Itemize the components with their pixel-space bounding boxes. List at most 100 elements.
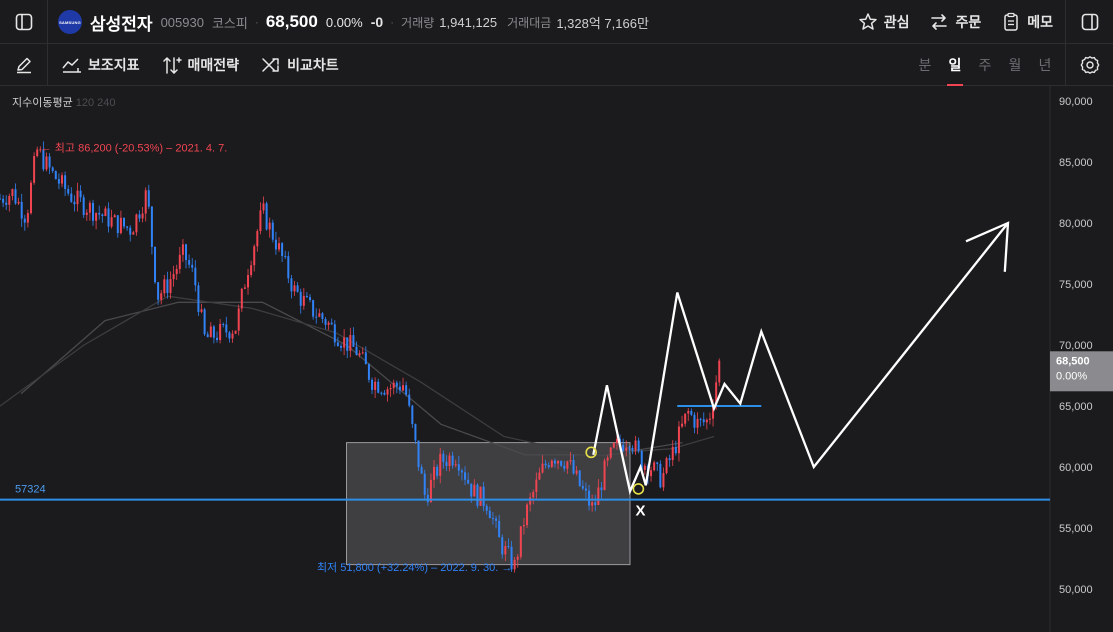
candle bbox=[129, 227, 132, 235]
candle bbox=[650, 470, 653, 477]
tab-week[interactable]: 주 bbox=[977, 44, 993, 86]
candle bbox=[529, 497, 532, 505]
candle bbox=[253, 246, 256, 266]
candle bbox=[17, 201, 20, 204]
candle bbox=[169, 279, 172, 294]
candle bbox=[628, 447, 631, 449]
candle bbox=[110, 217, 113, 227]
candle bbox=[219, 323, 222, 341]
stock-name[interactable]: 삼성전자 bbox=[90, 10, 153, 35]
candle bbox=[519, 526, 522, 557]
memo-button[interactable]: 메모 bbox=[1001, 12, 1053, 32]
candle bbox=[653, 462, 656, 471]
candle bbox=[526, 504, 529, 526]
candle bbox=[336, 342, 339, 346]
amount-value: 1,328억 7,166만 bbox=[556, 15, 649, 31]
candle bbox=[693, 414, 696, 428]
candle bbox=[172, 274, 175, 280]
indicator-button[interactable]: 보조지표 bbox=[62, 55, 140, 75]
candle bbox=[61, 175, 64, 184]
candle bbox=[637, 440, 640, 451]
strategy-button[interactable]: 매매전략 bbox=[162, 55, 240, 75]
candle bbox=[374, 381, 377, 390]
price-chart[interactable]: 90,000 85,000 80,000 75,000 70,000 65,000 60,0… bbox=[0, 86, 1113, 632]
change-value: -0 bbox=[370, 14, 384, 30]
candle bbox=[532, 492, 535, 498]
candle bbox=[265, 203, 268, 230]
candle bbox=[665, 458, 668, 473]
strategy-label: 매매전략 bbox=[187, 57, 240, 73]
candle bbox=[247, 275, 250, 288]
candle bbox=[30, 182, 33, 214]
candle bbox=[501, 537, 504, 555]
candle bbox=[420, 467, 423, 474]
indicator-icon bbox=[62, 58, 81, 73]
candle bbox=[402, 385, 405, 391]
candle bbox=[553, 460, 556, 464]
candle bbox=[417, 440, 420, 468]
candle bbox=[181, 244, 184, 255]
candle bbox=[302, 295, 305, 306]
projection-path bbox=[592, 222, 1009, 496]
candle bbox=[95, 213, 98, 221]
candle bbox=[154, 246, 157, 283]
candle bbox=[588, 490, 591, 506]
consolidation-box bbox=[346, 442, 631, 566]
candle bbox=[470, 483, 473, 497]
candle bbox=[309, 297, 312, 301]
order-button[interactable]: 주문 bbox=[929, 12, 981, 32]
candle bbox=[622, 444, 625, 451]
candle bbox=[364, 352, 367, 365]
candle bbox=[705, 419, 708, 423]
tab-year[interactable]: 년 bbox=[1037, 44, 1053, 86]
y-tick-label: 70,000 bbox=[1059, 340, 1093, 352]
candle bbox=[668, 458, 671, 461]
candle bbox=[383, 392, 386, 395]
tab-day[interactable]: 일 bbox=[947, 44, 963, 86]
candle bbox=[104, 208, 107, 217]
y-tick-label: 85,000 bbox=[1059, 157, 1093, 169]
candle bbox=[70, 193, 73, 202]
chart-settings-button[interactable] bbox=[1065, 44, 1113, 85]
candle bbox=[209, 326, 212, 338]
candle bbox=[597, 487, 600, 506]
candle bbox=[188, 260, 191, 265]
candle bbox=[408, 394, 411, 406]
compare-button[interactable]: 비교차트 bbox=[261, 55, 339, 75]
candle bbox=[423, 473, 426, 495]
sidebar-toggle-button[interactable] bbox=[0, 0, 48, 43]
candle bbox=[54, 171, 57, 180]
memo-label: 메모 bbox=[1027, 14, 1053, 30]
candle bbox=[482, 486, 485, 507]
candle bbox=[67, 188, 70, 194]
candle bbox=[85, 212, 88, 215]
candle bbox=[150, 206, 153, 247]
candle bbox=[293, 285, 296, 292]
candle bbox=[57, 179, 60, 184]
candle bbox=[600, 487, 603, 491]
candle bbox=[696, 418, 699, 428]
candle bbox=[160, 293, 163, 300]
tab-month[interactable]: 월 bbox=[1007, 44, 1023, 86]
candle bbox=[0, 198, 1, 200]
candle bbox=[411, 405, 414, 425]
candle bbox=[355, 346, 358, 355]
tab-minute[interactable]: 분 bbox=[917, 44, 933, 86]
panel-toggle-button[interactable] bbox=[1065, 0, 1113, 43]
sidebar-left-icon bbox=[15, 13, 32, 30]
candle bbox=[51, 167, 54, 172]
watchlist-label: 관심 bbox=[883, 14, 910, 30]
candle bbox=[216, 337, 219, 341]
watchlist-button[interactable]: 관심 bbox=[858, 12, 910, 32]
candle bbox=[200, 309, 203, 312]
company-logo[interactable]: SAMSUNG bbox=[58, 10, 82, 34]
candle bbox=[287, 256, 290, 279]
candle bbox=[681, 423, 684, 427]
candle bbox=[584, 488, 587, 491]
candle bbox=[361, 352, 364, 354]
candle bbox=[433, 466, 436, 480]
candle bbox=[132, 232, 135, 235]
compare-icon bbox=[262, 58, 279, 72]
header-actions: 관심 주문 메모 bbox=[858, 0, 1053, 44]
drawing-tool-button[interactable] bbox=[0, 44, 48, 85]
